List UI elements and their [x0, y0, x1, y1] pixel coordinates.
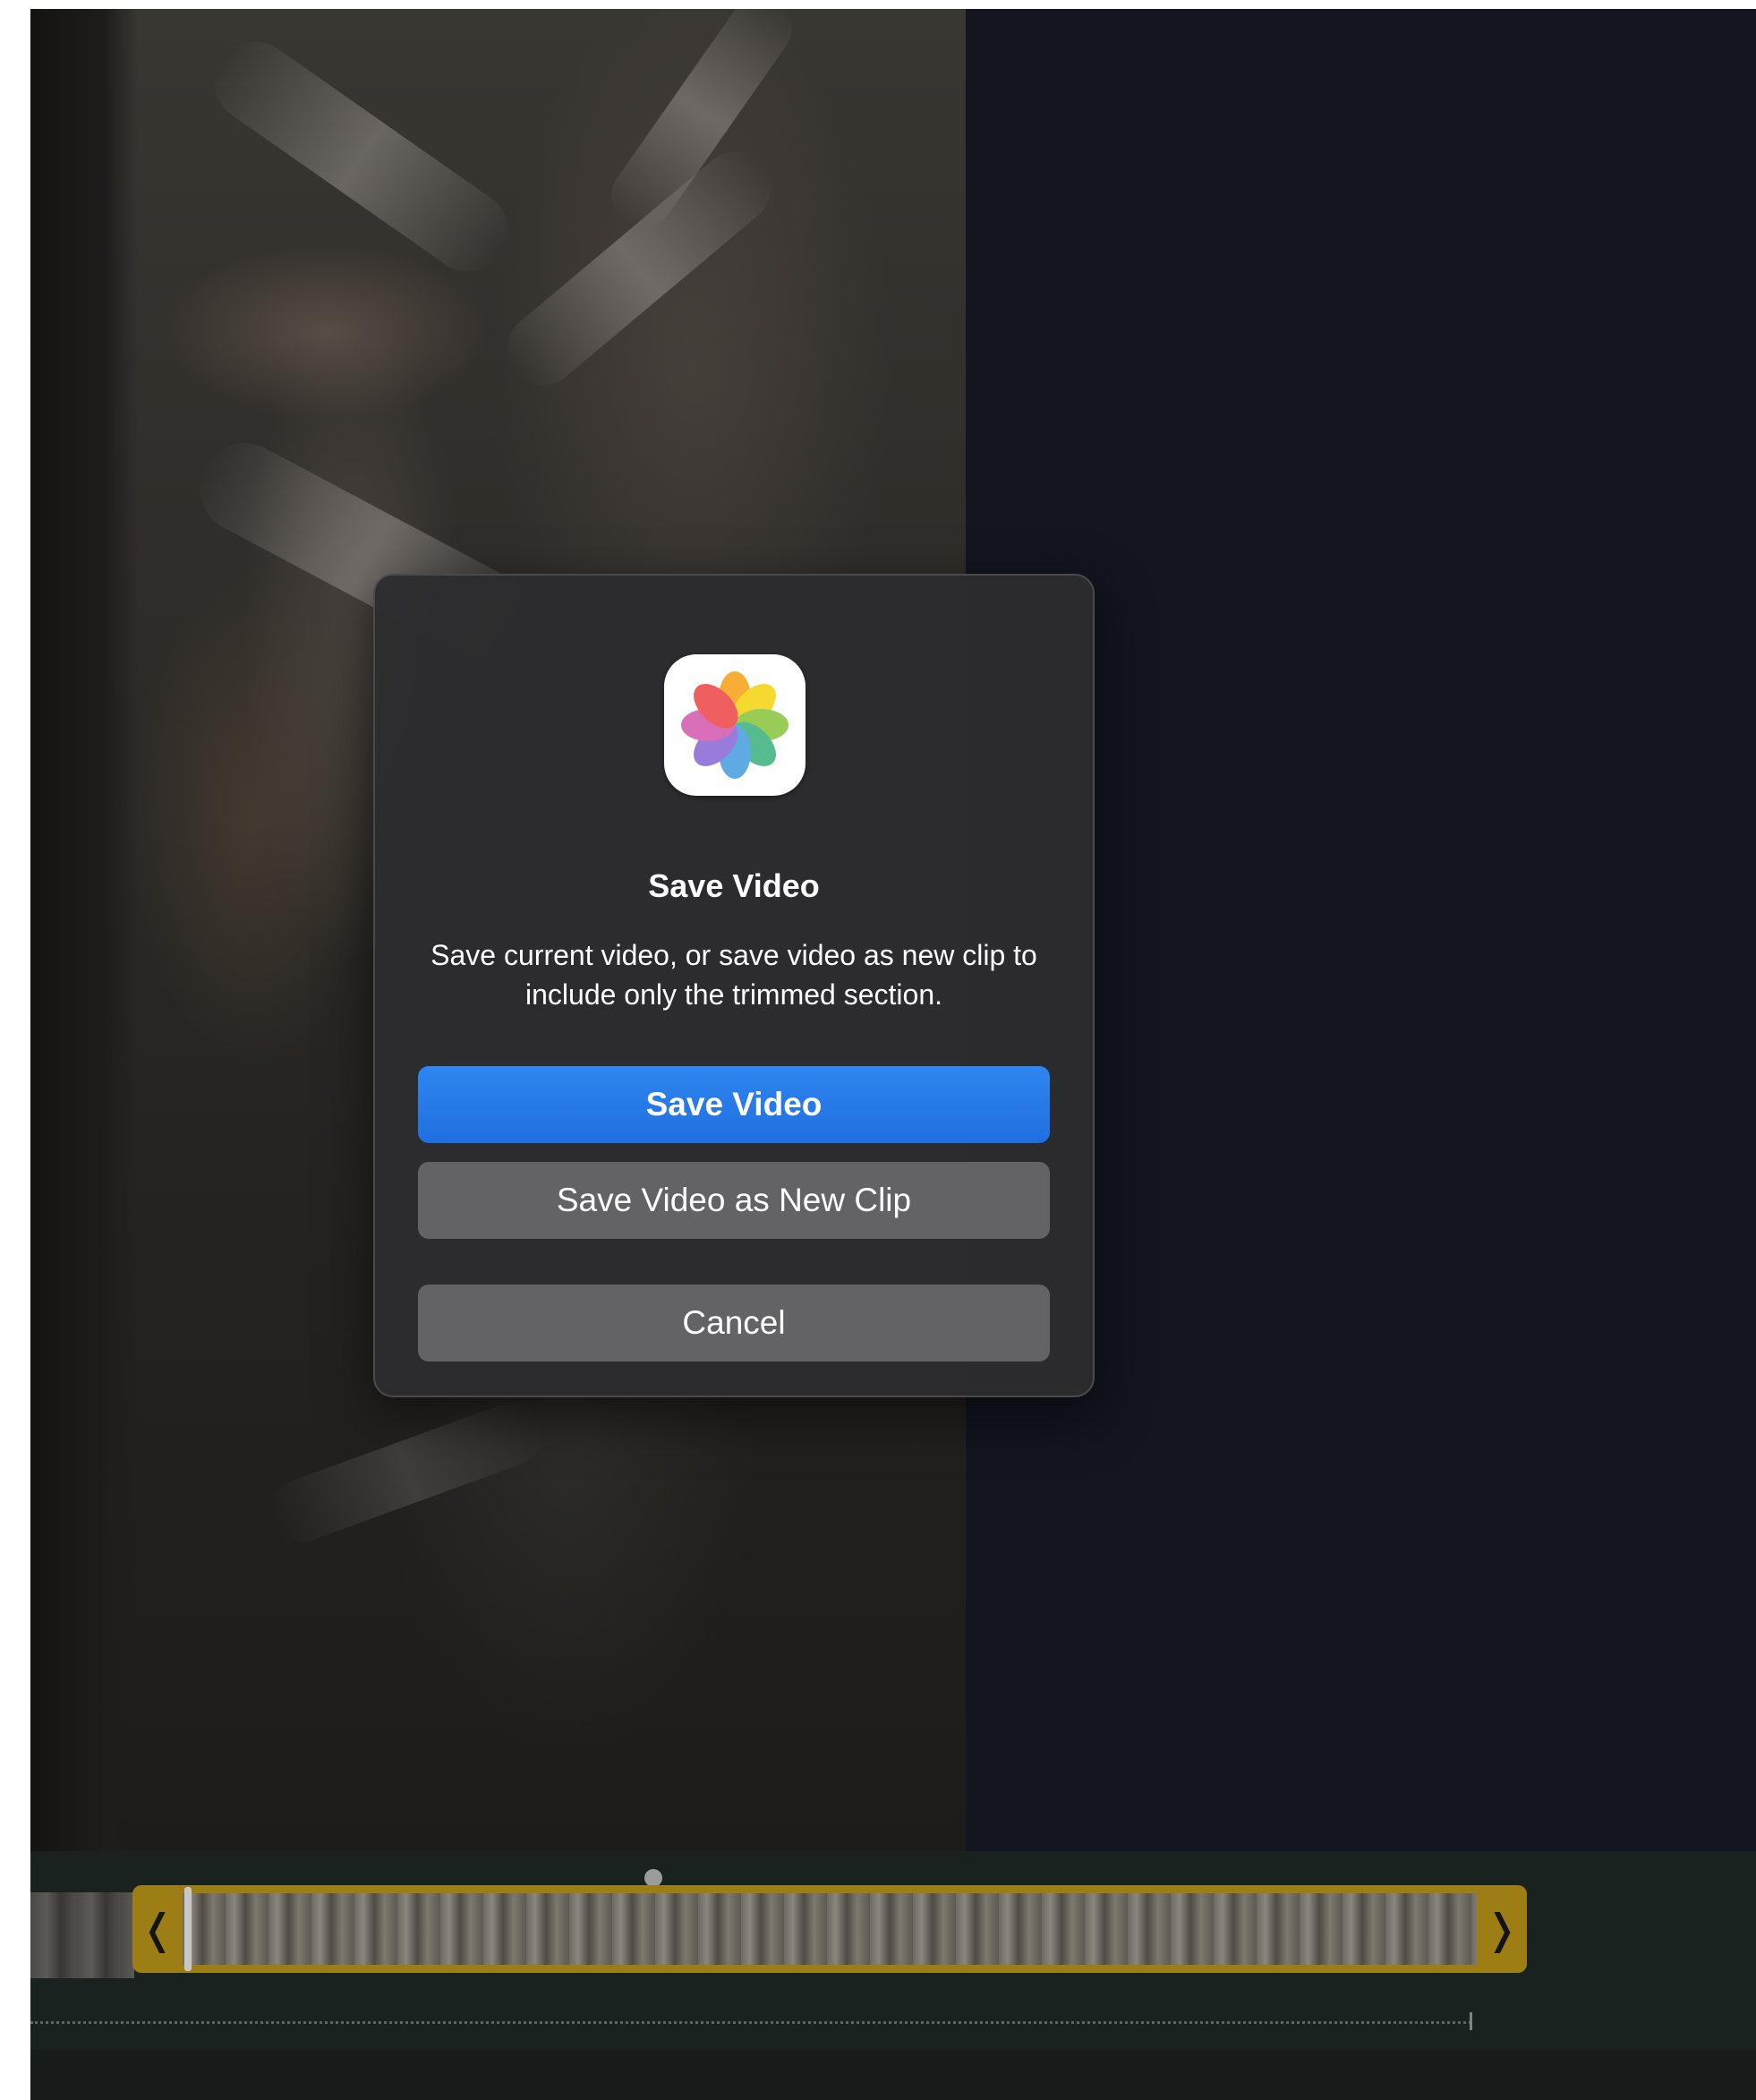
position-marker[interactable] [184, 1887, 192, 1971]
trim-end-handle[interactable]: ❭ [1477, 1885, 1527, 1973]
trim-timeline: ❬ ❭ [30, 1851, 1756, 2100]
snowy-branch [260, 1394, 552, 1551]
playhead-indicator[interactable] [644, 1869, 662, 1887]
video-edge-shadow [30, 9, 138, 1851]
dialog-message: Save current video, or save video as new… [430, 939, 1037, 1011]
cancel-button[interactable]: Cancel [418, 1285, 1050, 1362]
audio-track-line [30, 2021, 1471, 2024]
trim-start-handle[interactable]: ❬ [132, 1885, 183, 1973]
dialog-title: Save Video [648, 867, 820, 904]
trim-range-frame[interactable]: ❬ ❭ [132, 1885, 1527, 1973]
save-video-button[interactable]: Save Video [418, 1066, 1050, 1143]
photos-editor-window: Save Video Save current video, or save v… [30, 9, 1756, 2100]
save-video-dialog: Save Video Save current video, or save v… [373, 574, 1095, 1397]
photos-flower-icon [681, 671, 788, 779]
filmstrip-untrimmed-section [30, 1892, 134, 1978]
photos-app-icon [664, 654, 806, 796]
snowy-branch [199, 26, 524, 287]
save-video-as-new-clip-button[interactable]: Save Video as New Clip [418, 1162, 1050, 1239]
filmstrip-trimmed-section [183, 1893, 1477, 1965]
bottom-toolbar-area [30, 2050, 1756, 2100]
track-end-marker [1470, 2012, 1472, 2030]
